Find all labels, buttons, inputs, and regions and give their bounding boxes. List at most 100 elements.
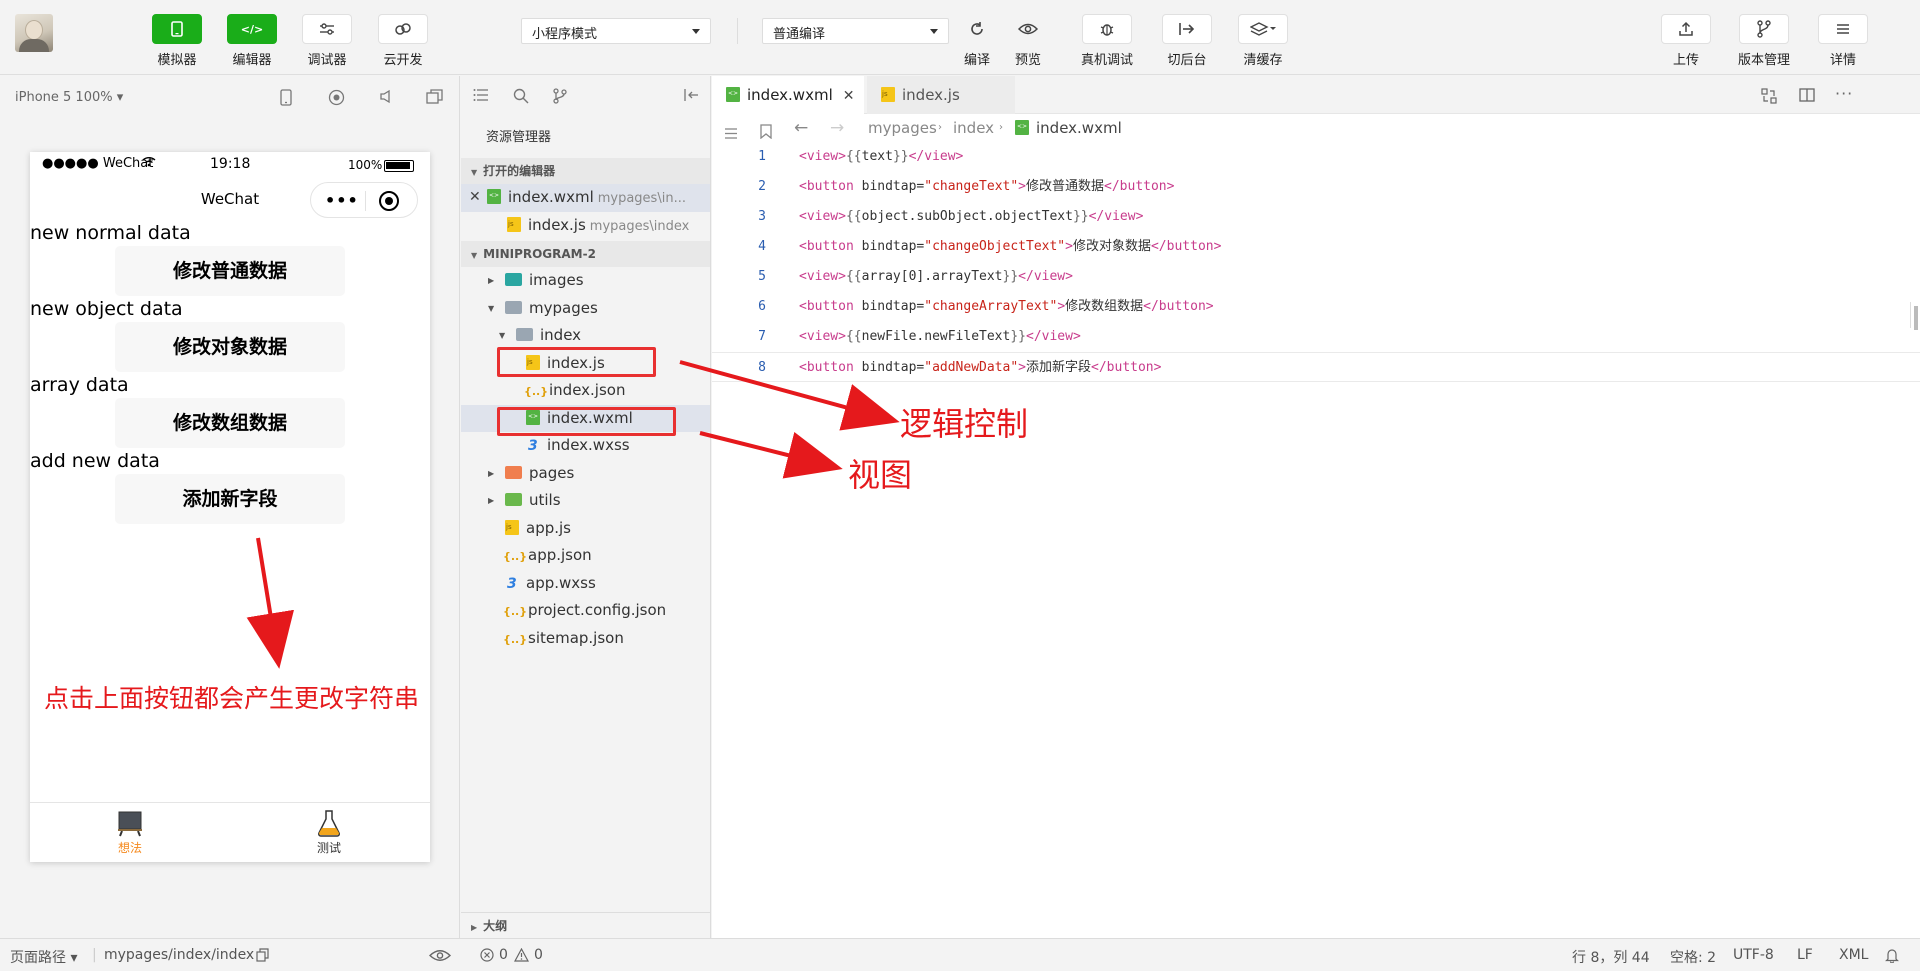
indent-setting[interactable]: 空格: 2 bbox=[1670, 947, 1716, 967]
code-text[interactable]: <view>{{newFile.newFileText}}</view> bbox=[799, 322, 1081, 352]
tab-index-js[interactable]: index.js bbox=[867, 76, 1015, 114]
code-line[interactable]: 3 <view>{{object.subObject.objectText}}</… bbox=[712, 202, 1920, 232]
change-normal-data-button[interactable]: 修改普通数据 bbox=[115, 246, 345, 296]
search-icon[interactable] bbox=[513, 88, 529, 108]
forward-arrow-icon[interactable]: → bbox=[830, 114, 844, 142]
tree-file-project-config[interactable]: project.config.json bbox=[461, 597, 710, 626]
code-line[interactable]: 8 <button bindtap="addNewData">添加新字段</but… bbox=[712, 352, 1920, 382]
open-editor-item[interactable]: index.jsmypages\index bbox=[461, 212, 710, 240]
add-new-field-button[interactable]: 添加新字段 bbox=[115, 474, 345, 524]
record-icon[interactable] bbox=[327, 89, 345, 107]
tab-test[interactable]: 测试 bbox=[289, 809, 369, 856]
tree-file-index-wxss[interactable]: index.wxss bbox=[461, 432, 710, 461]
code-text[interactable]: <button bindtap="changeText">修改普通数据</but… bbox=[799, 172, 1174, 202]
user-avatar[interactable] bbox=[15, 14, 53, 52]
tree-folder-mypages[interactable]: ▼ mypages bbox=[461, 295, 710, 323]
compare-icon[interactable] bbox=[1761, 88, 1777, 108]
preview-button[interactable]: 预览 bbox=[998, 14, 1058, 68]
tree-file-sitemap[interactable]: sitemap.json bbox=[461, 625, 710, 654]
code-token: 修改对象数据 bbox=[1072, 239, 1151, 254]
debugger-toggle-button[interactable]: 调试器 bbox=[297, 14, 357, 68]
warning-icon[interactable] bbox=[513, 947, 530, 966]
open-editors-section[interactable]: ▼ 打开的编辑器 bbox=[461, 158, 710, 184]
tree-file-index-json[interactable]: index.json bbox=[461, 377, 710, 406]
outline-section[interactable]: ▶ 大纲 bbox=[461, 912, 710, 938]
close-icon[interactable]: ✕ bbox=[843, 88, 855, 104]
tab-index-wxml[interactable]: index.wxml ✕ bbox=[712, 76, 864, 114]
breadcrumb-file[interactable]: index.wxml bbox=[1015, 114, 1122, 142]
change-object-data-button[interactable]: 修改对象数据 bbox=[115, 322, 345, 372]
tree-file-app-wxss[interactable]: app.wxss bbox=[461, 570, 710, 599]
device-select[interactable]: iPhone 5 100% ▾ bbox=[15, 90, 123, 105]
code-line[interactable]: 2 <button bindtap="changeText">修改普通数据</bu… bbox=[712, 172, 1920, 202]
menu-capsule[interactable]: ••• bbox=[310, 182, 418, 218]
real-device-debug-button[interactable]: 真机调试 bbox=[1077, 14, 1137, 68]
volume-icon[interactable] bbox=[377, 89, 395, 107]
scrollbar[interactable] bbox=[1910, 302, 1920, 330]
open-editor-item[interactable]: ✕ index.wxmlmypages\in... bbox=[461, 184, 710, 212]
version-control-button[interactable]: 版本管理 bbox=[1734, 14, 1794, 68]
tab-ideas[interactable]: 想法 bbox=[90, 809, 170, 856]
background-button[interactable]: 切后台 bbox=[1157, 14, 1217, 68]
code-text[interactable]: <view>{{text}}</view> bbox=[799, 142, 963, 172]
code-text[interactable]: <view>{{array[0].arrayText}}</view> bbox=[799, 262, 1073, 292]
warning-count[interactable]: 0 bbox=[534, 947, 543, 963]
cursor-position[interactable]: 行 8，列 44 bbox=[1572, 947, 1650, 967]
editor-toggle-button[interactable]: </> 编辑器 bbox=[222, 14, 282, 68]
code-text[interactable]: <button bindtap="changeArrayText">修改数组数据… bbox=[799, 292, 1214, 322]
breadcrumb-mypages[interactable]: mypages bbox=[868, 114, 937, 142]
close-miniprogram-icon[interactable] bbox=[379, 191, 399, 211]
tree-folder-images[interactable]: ▶ images bbox=[461, 267, 710, 295]
clear-cache-button[interactable]: 清缓存 bbox=[1233, 14, 1293, 68]
code-line[interactable]: 5 <view>{{array[0].arrayText}}</view> bbox=[712, 262, 1920, 292]
simulator-toggle-button[interactable]: 模拟器 bbox=[147, 14, 207, 68]
file-encoding[interactable]: UTF-8 bbox=[1733, 947, 1774, 963]
collapse-panel-icon[interactable] bbox=[683, 88, 699, 106]
code-line[interactable]: 1 <view>{{text}}</view> bbox=[712, 142, 1920, 172]
code-token: </view> bbox=[1026, 329, 1081, 344]
code-area[interactable]: 1 <view>{{text}}</view> 2 <button bindtap="… bbox=[712, 142, 1920, 382]
code-token: }} bbox=[1002, 269, 1019, 284]
page-path-dropdown[interactable]: 页面路径 ▾ bbox=[10, 947, 77, 967]
split-editor-icon[interactable] bbox=[1799, 88, 1815, 106]
tree-file-app-json[interactable]: app.json bbox=[461, 542, 710, 571]
compile-mode-select[interactable]: 普通编译 bbox=[762, 18, 949, 44]
list-icon[interactable] bbox=[473, 88, 489, 106]
project-section[interactable]: ▼ MINIPROGRAM-2 bbox=[461, 241, 710, 267]
mode-select[interactable]: 小程序模式 bbox=[521, 18, 711, 44]
cloud-dev-button[interactable]: 云开发 bbox=[373, 14, 433, 68]
source-control-icon[interactable] bbox=[553, 88, 567, 108]
notification-bell-icon[interactable] bbox=[1885, 948, 1899, 967]
code-token: text bbox=[861, 149, 893, 164]
code-line[interactable]: 4 <button bindtap="changeObjectText">修改对象… bbox=[712, 232, 1920, 262]
code-text[interactable]: <button bindtap="addNewData">添加新字段</butt… bbox=[799, 353, 1161, 383]
change-array-data-button[interactable]: 修改数组数据 bbox=[115, 398, 345, 448]
end-of-line[interactable]: LF bbox=[1797, 947, 1813, 963]
tree-folder-index[interactable]: ▼ index bbox=[461, 322, 710, 350]
code-line[interactable]: 7 <view>{{newFile.newFileText}}</view> bbox=[712, 322, 1920, 352]
popout-window-icon[interactable] bbox=[425, 89, 443, 107]
tree-file-index-js[interactable]: index.js bbox=[461, 350, 710, 378]
language-mode[interactable]: XML bbox=[1839, 947, 1868, 963]
tab-label: index.js bbox=[902, 86, 960, 104]
code-token: <view> bbox=[799, 329, 846, 344]
code-text[interactable]: <button bindtap="changeObjectText">修改对象数… bbox=[799, 232, 1221, 262]
code-line[interactable]: 6 <button bindtap="changeArrayText">修改数组数… bbox=[712, 292, 1920, 322]
copy-icon[interactable] bbox=[256, 948, 269, 966]
upload-button[interactable]: 上传 bbox=[1656, 14, 1716, 68]
close-icon[interactable]: ✕ bbox=[469, 184, 481, 212]
tree-folder-pages[interactable]: ▶ pages bbox=[461, 460, 710, 488]
more-dots-icon[interactable]: ••• bbox=[325, 183, 359, 219]
details-button[interactable]: 详情 bbox=[1813, 14, 1873, 68]
tree-folder-utils[interactable]: ▶ utils bbox=[461, 487, 710, 515]
code-text[interactable]: <view>{{object.subObject.objectText}}</v… bbox=[799, 202, 1143, 232]
eye-icon[interactable] bbox=[428, 949, 452, 966]
phone-icon[interactable] bbox=[277, 89, 295, 107]
breadcrumb-index[interactable]: index bbox=[953, 114, 994, 142]
error-count[interactable]: 0 bbox=[499, 947, 508, 963]
more-actions-icon[interactable]: ··· bbox=[1835, 84, 1853, 103]
tree-file-app-js[interactable]: app.js bbox=[461, 515, 710, 543]
back-arrow-icon[interactable]: ← bbox=[794, 114, 808, 142]
error-icon[interactable] bbox=[480, 948, 494, 966]
tree-file-index-wxml[interactable]: index.wxml bbox=[461, 404, 710, 432]
